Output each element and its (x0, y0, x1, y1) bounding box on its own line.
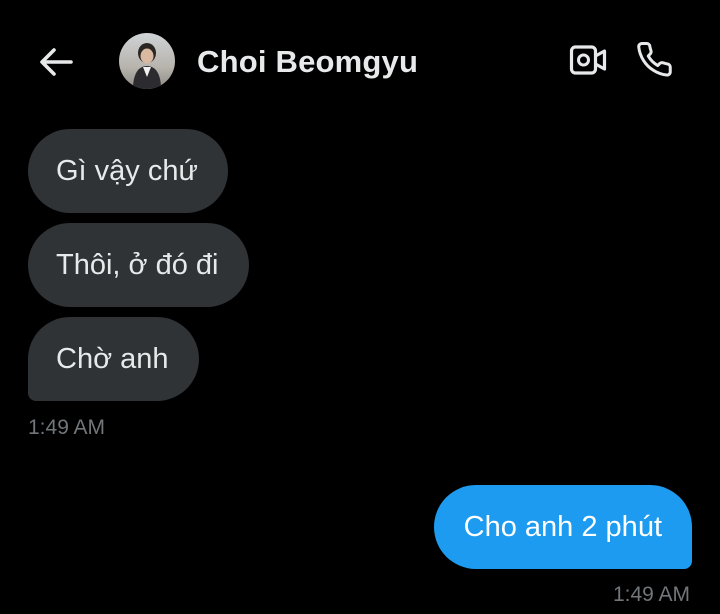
contact-name[interactable]: Choi Beomgyu (197, 44, 418, 80)
avatar[interactable] (119, 33, 175, 89)
phone-icon (637, 42, 672, 77)
back-button[interactable] (36, 44, 76, 80)
video-camera-icon (569, 45, 607, 75)
received-timestamp: 1:49 AM (28, 416, 106, 439)
message-text: Thôi, ở đó đi (56, 248, 219, 281)
sent-message[interactable]: Cho anh 2 phút (433, 485, 692, 569)
conversation-header: Choi Beomgyu (0, 0, 720, 120)
video-call-button[interactable] (566, 40, 610, 80)
received-message[interactable]: Thôi, ở đó đi (28, 223, 249, 307)
received-message[interactable]: Chờ anh (28, 317, 199, 401)
received-message[interactable]: Gì vậy chứ (28, 129, 228, 213)
message-text: Gì vậy chứ (56, 154, 198, 187)
arrow-left-icon (40, 48, 73, 76)
message-text: Cho anh 2 phút (463, 510, 662, 543)
avatar-photo (119, 33, 175, 89)
voice-call-button[interactable] (634, 38, 678, 82)
message-text: Chờ anh (56, 342, 169, 375)
sent-timestamp: 1:49 AM (612, 583, 690, 606)
